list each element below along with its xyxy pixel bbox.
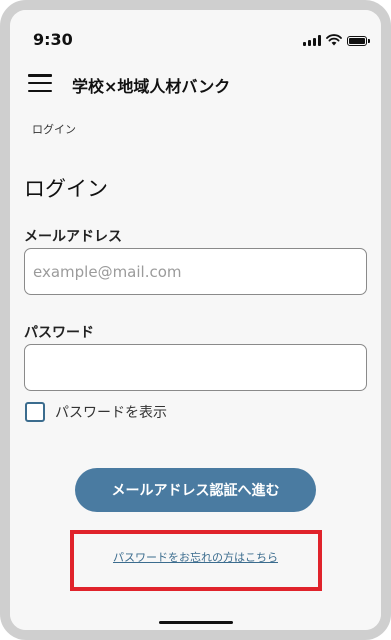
email-label: メールアドレス [24,229,122,245]
password-label: パスワード [24,325,94,341]
hamburger-menu-icon[interactable] [28,74,52,92]
wifi-icon [326,34,342,46]
show-password-toggle[interactable]: パスワードを表示 [25,402,167,422]
show-password-label: パスワードを表示 [55,405,167,421]
battery-icon [347,36,370,46]
email-auth-button[interactable]: メールアドレス認証へ進む [75,468,316,512]
email-field[interactable] [24,248,367,295]
password-field[interactable] [24,344,367,391]
status-time: 9:30 [33,30,73,49]
app-title: 学校×地域人材バンク [72,77,231,96]
screen: 9:30 学校×地域人材バンク ログイン ログイン メールアドレス パスワード [10,10,381,630]
page-title: ログイン [24,177,108,201]
breadcrumb: ログイン [32,123,76,136]
phone-frame: 9:30 学校×地域人材バンク ログイン ログイン メールアドレス パスワード [0,0,391,640]
status-icons [303,34,370,46]
home-indicator [159,621,233,624]
forgot-password-link[interactable]: パスワードをお忘れの方はこちら [10,549,381,565]
show-password-checkbox[interactable] [25,402,45,422]
signal-icon [303,35,321,46]
